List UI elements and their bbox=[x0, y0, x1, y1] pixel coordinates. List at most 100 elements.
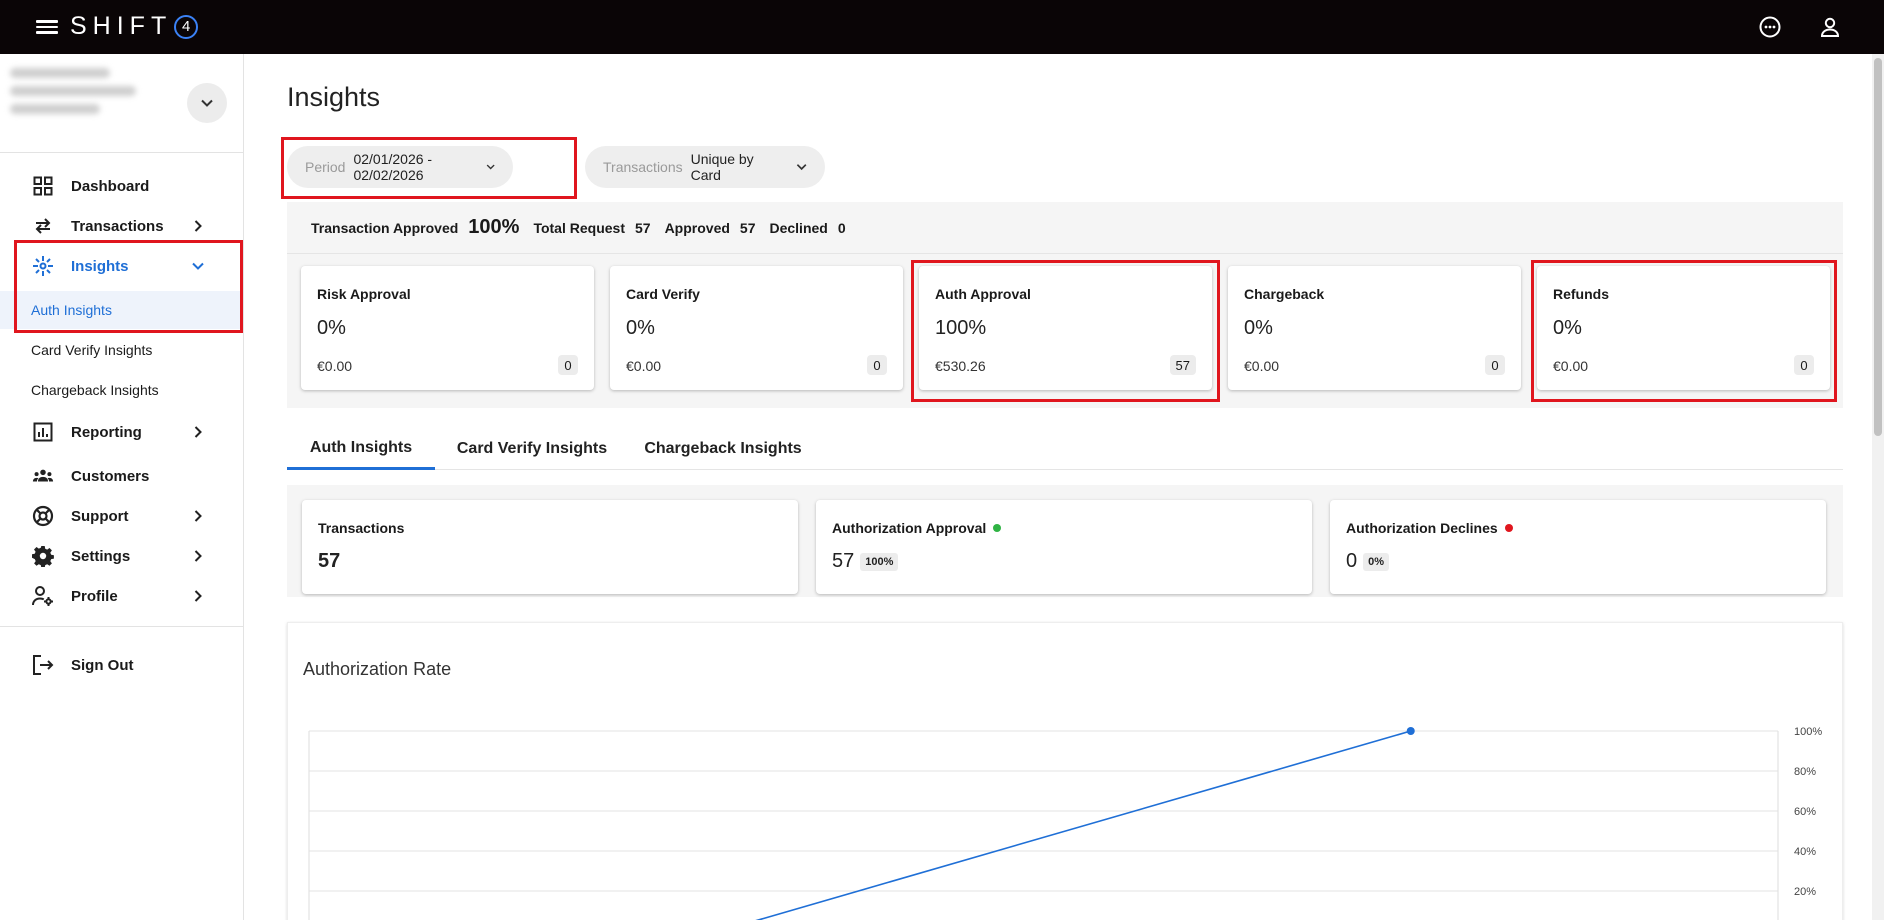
insights-tabs: Auth Insights Card Verify Insights Charg… bbox=[287, 428, 1843, 470]
metric-title: Auth Approval bbox=[935, 286, 1031, 302]
metric-amount: €0.00 bbox=[317, 358, 353, 374]
page-scrollbar-thumb[interactable] bbox=[1874, 58, 1882, 436]
metric-amount: €0.00 bbox=[1244, 358, 1280, 374]
summary-declined-value: 0 bbox=[837, 219, 846, 236]
metric-count: 0 bbox=[558, 355, 578, 375]
stat-title: Authorization Approval bbox=[832, 520, 1002, 536]
sidebar-subitem-auth-insights[interactable]: Auth Insights bbox=[0, 291, 243, 329]
transactions-filter[interactable]: Transactions Unique by Card bbox=[585, 146, 825, 188]
sidebar-item-profile[interactable]: Profile bbox=[0, 576, 243, 616]
sidebar-item-label: Settings bbox=[71, 547, 131, 565]
insights-icon bbox=[32, 255, 54, 277]
period-filter[interactable]: Period 02/01/2026 - 02/02/2026 bbox=[287, 146, 513, 188]
metric-count: 0 bbox=[1485, 355, 1505, 375]
metric-percent: 100% bbox=[935, 317, 987, 339]
period-filter-value: 02/01/2026 - 02/02/2026 bbox=[353, 151, 433, 183]
transfer-icon bbox=[32, 215, 54, 237]
chart-y-tick-label: 60% bbox=[1794, 806, 1816, 818]
stat-title-text: Authorization Approval bbox=[832, 520, 987, 536]
chevron-down-icon bbox=[486, 164, 495, 170]
sidebar: Dashboard Transactions Insights Auth Ins… bbox=[0, 54, 244, 920]
chevron-down-icon bbox=[192, 262, 204, 270]
page-title: Insights bbox=[287, 82, 381, 112]
chat-icon[interactable] bbox=[1758, 15, 1782, 39]
metric-card-chargeback[interactable]: Chargeback 0% €0.00 0 bbox=[1228, 266, 1521, 390]
dashboard-icon bbox=[32, 175, 54, 197]
summary-approved2-value: 57 bbox=[739, 219, 756, 236]
shift4-logo[interactable]: SHIFT 4 bbox=[70, 12, 199, 41]
sidebar-item-insights[interactable]: Insights bbox=[0, 246, 243, 286]
metric-amount: €530.26 bbox=[935, 358, 986, 374]
sidebar-item-dashboard[interactable]: Dashboard bbox=[0, 166, 243, 206]
sidebar-item-settings[interactable]: Settings bbox=[0, 536, 243, 576]
metric-percent: 0% bbox=[1553, 317, 1582, 339]
metric-card-card-verify[interactable]: Card Verify 0% €0.00 0 bbox=[610, 266, 903, 390]
stat-value: 57 100% bbox=[832, 550, 899, 573]
chart-series-line bbox=[755, 730, 1411, 920]
logo-text: SHIFT bbox=[70, 12, 173, 40]
metric-title: Card Verify bbox=[626, 286, 700, 302]
chart-y-tick-label: 20% bbox=[1794, 886, 1816, 898]
chart-data-point bbox=[1406, 727, 1415, 735]
stat-title: Transactions bbox=[318, 520, 404, 536]
sidebar-subitem-chargeback-insights[interactable]: Chargeback Insights bbox=[0, 371, 243, 409]
metric-card-auth-approval[interactable]: Auth Approval 100% €530.26 57 bbox=[919, 266, 1212, 390]
summary-total-value: 57 bbox=[634, 219, 651, 236]
metric-percent: 0% bbox=[626, 317, 655, 339]
top-bar: SHIFT 4 bbox=[0, 0, 1884, 54]
stat-value-text: 57 bbox=[832, 550, 855, 572]
sidebar-divider bbox=[0, 626, 243, 627]
sign-out-label: Sign Out bbox=[71, 656, 134, 674]
sidebar-item-customers[interactable]: Customers bbox=[0, 456, 243, 496]
chart-y-tick-label: 100% bbox=[1794, 726, 1822, 738]
sidebar-item-label: Customers bbox=[71, 467, 150, 485]
tab-auth-insights[interactable]: Auth Insights bbox=[287, 428, 435, 470]
sidebar-item-transactions[interactable]: Transactions bbox=[0, 206, 243, 246]
summary-approved2-label: Approved bbox=[664, 219, 730, 236]
chart-y-tick-label: 80% bbox=[1794, 766, 1816, 778]
chevron-right-icon bbox=[194, 510, 202, 522]
sign-out-icon bbox=[32, 654, 54, 676]
stat-title-text: Authorization Declines bbox=[1346, 520, 1498, 536]
status-dot-red bbox=[1504, 524, 1513, 532]
summary-total-label: Total Request bbox=[533, 219, 625, 236]
sidebar-item-label: Reporting bbox=[71, 423, 142, 441]
sidebar-item-label: Insights bbox=[71, 257, 129, 275]
sidebar-item-reporting[interactable]: Reporting bbox=[0, 412, 243, 452]
stat-card-authorization-approval: Authorization Approval 57 100% bbox=[816, 500, 1312, 594]
stat-badge: 100% bbox=[860, 552, 899, 571]
summary-approved-label: Transaction Approved bbox=[311, 219, 459, 236]
transactions-filter-key: Transactions bbox=[603, 159, 683, 175]
account-switcher-button[interactable] bbox=[187, 83, 227, 123]
account-name-blurred bbox=[10, 68, 150, 134]
sidebar-subitem-card-verify-insights[interactable]: Card Verify Insights bbox=[0, 331, 243, 369]
stat-value: 57 bbox=[318, 550, 341, 572]
chevron-right-icon bbox=[194, 590, 202, 602]
metric-title: Risk Approval bbox=[317, 286, 411, 302]
metric-card-risk-approval[interactable]: Risk Approval 0% €0.00 0 bbox=[301, 266, 594, 390]
chevron-down-icon bbox=[201, 99, 213, 107]
stat-title-text: Transactions bbox=[318, 520, 405, 536]
metric-percent: 0% bbox=[1244, 317, 1273, 339]
tab-chargeback-insights[interactable]: Chargeback Insights bbox=[625, 428, 821, 470]
metric-amount: €0.00 bbox=[1553, 358, 1589, 374]
profile-icon bbox=[32, 585, 54, 607]
sidebar-item-support[interactable]: Support bbox=[0, 496, 243, 536]
sidebar-item-label: Support bbox=[71, 507, 129, 525]
stat-card-authorization-declines: Authorization Declines 0 0% bbox=[1330, 500, 1826, 594]
stat-value: 0 0% bbox=[1346, 550, 1390, 573]
sign-out-button[interactable]: Sign Out bbox=[0, 645, 243, 685]
logo-badge: 4 bbox=[174, 14, 199, 39]
sidebar-divider bbox=[0, 152, 243, 153]
main-content: Insights Period 02/01/2026 - 02/02/2026 … bbox=[245, 54, 1872, 920]
metric-count: 0 bbox=[1794, 355, 1814, 375]
metric-count: 0 bbox=[867, 355, 887, 375]
user-icon[interactable] bbox=[1818, 15, 1842, 39]
tab-card-verify-insights[interactable]: Card Verify Insights bbox=[449, 428, 615, 470]
reporting-icon bbox=[32, 421, 54, 443]
metric-count: 57 bbox=[1169, 355, 1196, 375]
stat-value-text: 0 bbox=[1346, 550, 1358, 572]
metric-card-refunds[interactable]: Refunds 0% €0.00 0 bbox=[1537, 266, 1830, 390]
menu-icon[interactable] bbox=[36, 17, 58, 37]
chevron-right-icon bbox=[194, 426, 202, 438]
